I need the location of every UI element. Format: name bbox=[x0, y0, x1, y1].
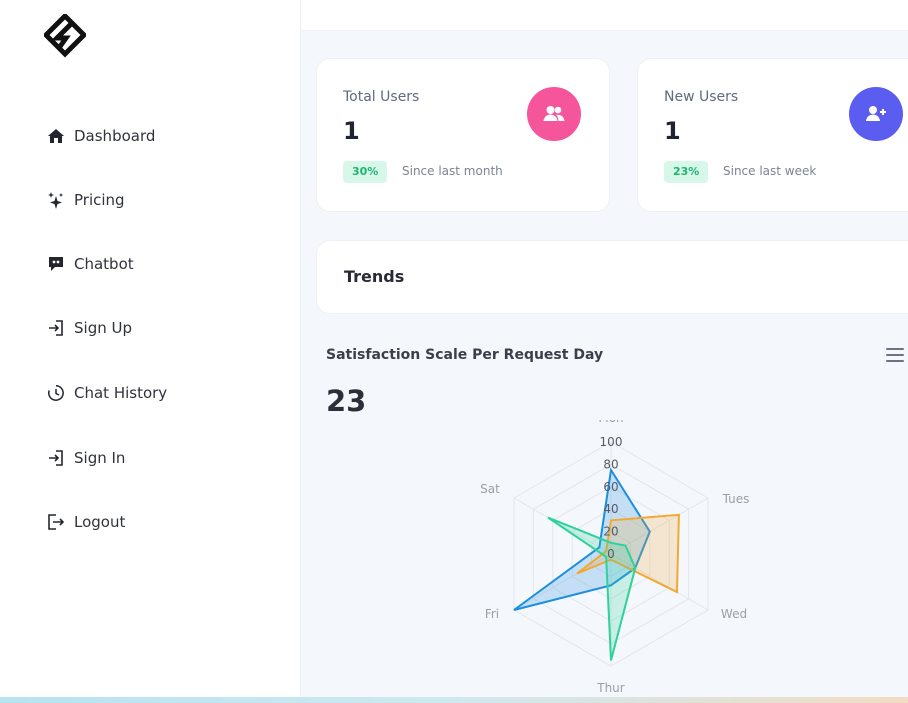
hamburger-menu-icon[interactable] bbox=[886, 348, 904, 364]
category-label: Mon bbox=[598, 420, 623, 425]
home-icon bbox=[48, 129, 64, 143]
percent-badge: 23% bbox=[664, 161, 709, 183]
category-label: Fri bbox=[485, 607, 499, 621]
nav-item-chatbot[interactable]: Chatbot bbox=[47, 252, 134, 276]
sparkle-icon bbox=[48, 192, 63, 209]
nav-item-chat-history[interactable]: Chat History bbox=[47, 381, 167, 405]
tick-label: 0 bbox=[607, 547, 615, 561]
nav-label: Sign Up bbox=[74, 319, 132, 337]
bottom-gradient-bar bbox=[0, 697, 908, 703]
trends-card: Trends bbox=[316, 240, 908, 314]
card-title: New Users bbox=[664, 89, 739, 105]
brand-logo-icon[interactable] bbox=[44, 14, 86, 58]
chat-bubble-icon bbox=[49, 257, 63, 271]
trends-title: Trends bbox=[344, 267, 405, 286]
new-users-card: New Users 1 23% Since last week bbox=[637, 58, 908, 212]
nav-item-sign-up[interactable]: Sign Up bbox=[47, 316, 132, 340]
nav-label: Dashboard bbox=[74, 127, 156, 145]
card-value: 1 bbox=[343, 117, 360, 145]
nav-label: Sign In bbox=[74, 449, 126, 467]
category-label: Sat bbox=[480, 482, 500, 496]
nav-item-sign-in[interactable]: Sign In bbox=[47, 446, 125, 470]
nav-label: Chat History bbox=[74, 384, 168, 402]
user-plus-icon bbox=[849, 87, 903, 141]
sidebar: Dashboard Pricing Chatbot Sign Up Chat H… bbox=[0, 0, 301, 697]
total-users-card: Total Users 1 30% Since last month bbox=[316, 58, 610, 212]
sign-in-arrow-icon bbox=[49, 450, 63, 466]
users-icon bbox=[527, 87, 581, 141]
nav-item-pricing[interactable]: Pricing bbox=[47, 188, 125, 212]
tick-label: 100 bbox=[600, 435, 623, 449]
radar-chart: 100 80 60 40 20 0 Mon Tues Wed Thur Fri Sat bbox=[480, 420, 750, 695]
category-label: Wed bbox=[721, 607, 747, 621]
card-value: 1 bbox=[664, 117, 681, 145]
logout-icon bbox=[48, 514, 65, 530]
since-text: Since last month bbox=[402, 164, 503, 178]
nav-item-dashboard[interactable]: Dashboard bbox=[47, 124, 155, 148]
category-label: Tues bbox=[722, 492, 750, 506]
chart-summary-value: 23 bbox=[326, 384, 367, 418]
percent-badge: 30% bbox=[343, 161, 388, 183]
clock-history-icon bbox=[48, 385, 64, 401]
nav-label: Chatbot bbox=[74, 255, 134, 273]
card-title: Total Users bbox=[343, 89, 420, 105]
tick-label: 20 bbox=[603, 525, 618, 539]
tick-label: 40 bbox=[603, 502, 618, 516]
sign-in-arrow-icon bbox=[49, 320, 63, 336]
tick-label: 60 bbox=[603, 480, 618, 494]
category-label: Thur bbox=[596, 681, 625, 695]
tick-label: 80 bbox=[603, 457, 618, 471]
nav-label: Logout bbox=[74, 513, 126, 531]
nav-item-logout[interactable]: Logout bbox=[47, 510, 125, 534]
since-text: Since last week bbox=[723, 164, 817, 178]
top-bar bbox=[301, 0, 908, 31]
chart-title: Satisfaction Scale Per Request Day bbox=[326, 347, 604, 363]
nav-label: Pricing bbox=[74, 191, 125, 209]
